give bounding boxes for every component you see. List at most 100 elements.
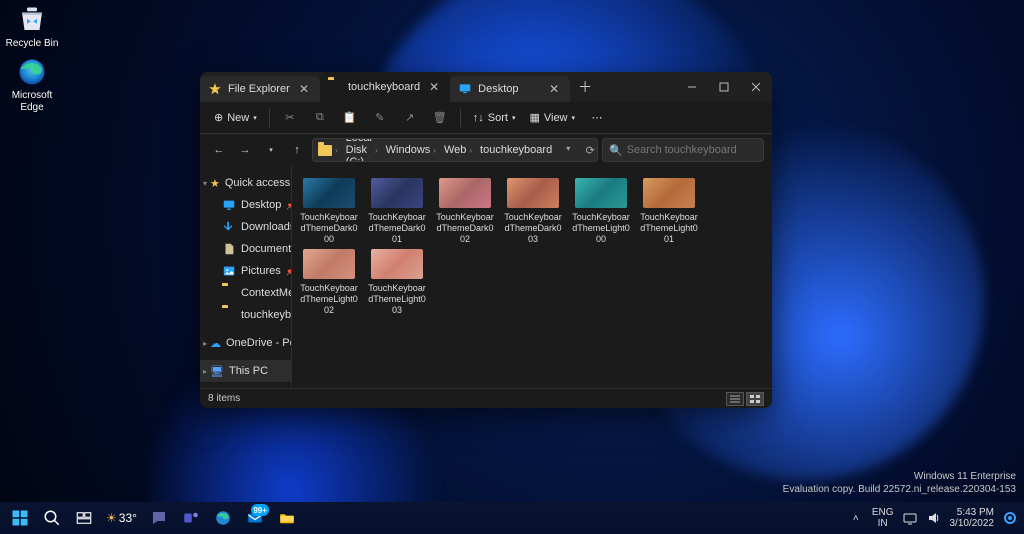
status-bar: 8 items — [200, 388, 772, 408]
notifications-button[interactable] — [1002, 510, 1018, 526]
desktop-icon-label: Recycle Bin — [6, 38, 59, 50]
search-input[interactable] — [627, 144, 757, 156]
file-item[interactable]: TouchKeyboardThemeDark001 — [366, 178, 428, 245]
chevron-right-icon[interactable]: ▸ — [200, 339, 210, 348]
view-details-button[interactable] — [726, 392, 744, 406]
back-button[interactable]: ← — [208, 139, 230, 161]
tab-label: Desktop — [478, 83, 540, 95]
star-icon: ★ — [210, 177, 220, 190]
star-icon — [208, 82, 222, 96]
network-icon[interactable] — [902, 510, 918, 526]
new-button[interactable]: ⊕ New ▾ — [208, 106, 263, 130]
task-view-button[interactable] — [70, 504, 98, 532]
view-button[interactable]: ▦ View ▾ — [523, 106, 581, 130]
status-item-count: 8 items — [208, 393, 240, 404]
chevron-down-icon[interactable]: ▾ — [200, 179, 210, 188]
tab-desktop[interactable]: Desktop ✕ — [450, 76, 570, 102]
sun-icon: ☀ — [106, 511, 117, 525]
tab-close-icon[interactable]: ✕ — [546, 82, 562, 96]
start-button[interactable] — [6, 504, 34, 532]
sort-button[interactable]: ↑↓ Sort ▾ — [467, 106, 522, 130]
close-button[interactable] — [740, 72, 772, 102]
desktop-icon-recycle-bin[interactable]: Recycle Bin — [4, 4, 60, 50]
file-item[interactable]: TouchKeyboardThemeDark003 — [502, 178, 564, 245]
rename-button[interactable]: ✎ — [366, 106, 394, 130]
share-button[interactable]: ↗ — [396, 106, 424, 130]
content-pane[interactable]: TouchKeyboardThemeDark000TouchKeyboardTh… — [292, 166, 772, 388]
teams-button[interactable] — [177, 504, 205, 532]
forward-button[interactable]: → — [234, 139, 256, 161]
tab-touchkeyboard[interactable]: touchkeyboard ✕ — [320, 72, 450, 102]
paste-button[interactable]: 📋 — [336, 106, 364, 130]
search-button[interactable] — [38, 504, 66, 532]
downloads-icon — [222, 220, 236, 234]
nav-item-downloads[interactable]: Downloads📌 — [200, 216, 291, 238]
tab-close-icon[interactable]: ✕ — [296, 82, 312, 96]
explorer-taskbar-button[interactable] — [273, 504, 301, 532]
tab-file-explorer[interactable]: File Explorer ✕ — [200, 76, 320, 102]
nav-quick-access[interactable]: ▾ ★ Quick access — [200, 172, 291, 194]
refresh-button[interactable]: ⟳ — [579, 144, 598, 157]
mail-button[interactable]: 99+ — [241, 504, 269, 532]
more-button[interactable]: ⋯ — [583, 106, 611, 130]
cut-button[interactable]: ✂ — [276, 106, 304, 130]
up-button[interactable]: ↑ — [286, 139, 308, 161]
nav-row: ← → ▾ ↑ › Local Disk (C:)› Windows› Web›… — [200, 134, 772, 166]
volume-icon[interactable] — [926, 510, 942, 526]
view-icon: ▦ — [529, 111, 539, 124]
edge-taskbar-button[interactable] — [209, 504, 237, 532]
nav-item-pictures[interactable]: Pictures📌 — [200, 260, 291, 282]
thumbnail — [371, 178, 423, 208]
new-tab-button[interactable]: ＋ — [570, 72, 600, 102]
nav-this-pc[interactable]: ▸ 🖥 This PC — [200, 360, 291, 382]
titlebar[interactable]: File Explorer ✕ touchkeyboard ✕ Desktop … — [200, 72, 772, 102]
file-item[interactable]: TouchKeyboardThemeDark002 — [434, 178, 496, 245]
clock[interactable]: 5:43 PM 3/10/2022 — [950, 507, 995, 529]
thumbnail — [575, 178, 627, 208]
new-icon: ⊕ — [214, 111, 223, 124]
tab-close-icon[interactable]: ✕ — [426, 80, 442, 94]
desktop-icon-label: Microsoft Edge — [4, 90, 60, 114]
file-label: TouchKeyboardThemeDark000 — [298, 212, 360, 245]
chevron-down-icon: ▾ — [512, 114, 516, 122]
recent-button[interactable]: ▾ — [260, 139, 282, 161]
chat-button[interactable] — [145, 504, 173, 532]
chevron-down-icon: ▾ — [572, 114, 576, 122]
maximize-button[interactable] — [708, 72, 740, 102]
file-label: TouchKeyboardThemeLight003 — [366, 283, 428, 316]
file-item[interactable]: TouchKeyboardThemeDark000 — [298, 178, 360, 245]
file-item[interactable]: TouchKeyboardThemeLight001 — [638, 178, 700, 245]
chevron-down-icon[interactable]: ▾ — [557, 144, 579, 157]
taskbar: ☀ 33° 99+ ˄ ENG IN 5: — [0, 502, 1024, 534]
nav-item-desktop[interactable]: Desktop📌 — [200, 194, 291, 216]
address-bar[interactable]: › Local Disk (C:)› Windows› Web› touchke… — [312, 138, 598, 162]
breadcrumb[interactable]: Web› — [441, 144, 475, 156]
nav-onedrive[interactable]: ▸ ☁ OneDrive - Perso — [200, 332, 291, 354]
tab-strip: File Explorer ✕ touchkeyboard ✕ Desktop … — [200, 72, 676, 102]
view-thumbnails-button[interactable] — [746, 392, 764, 406]
edge-icon — [16, 56, 48, 88]
delete-button[interactable]: 🗑 — [426, 106, 454, 130]
mail-badge: 99+ — [251, 504, 269, 516]
nav-item-documents[interactable]: Documents📌 — [200, 238, 291, 260]
nav-item-contextmenuc[interactable]: ContextMenuC — [200, 282, 291, 304]
search-box[interactable]: 🔍 — [602, 138, 764, 162]
breadcrumb[interactable]: Local Disk (C:)› — [343, 138, 381, 162]
breadcrumb[interactable]: Windows› — [383, 144, 439, 156]
minimize-button[interactable] — [676, 72, 708, 102]
weather-widget[interactable]: ☀ 33° — [102, 511, 141, 525]
breadcrumb[interactable]: touchkeyboard — [477, 144, 555, 156]
copy-button[interactable]: ⧉ — [306, 106, 334, 130]
file-explorer-window: File Explorer ✕ touchkeyboard ✕ Desktop … — [200, 72, 772, 408]
chevron-up-icon[interactable]: ˄ — [848, 510, 864, 526]
desktop-icon-edge[interactable]: Microsoft Edge — [4, 56, 60, 114]
file-item[interactable]: TouchKeyboardThemeLight002 — [298, 249, 360, 316]
language-indicator[interactable]: ENG IN — [872, 507, 894, 529]
folder-icon — [318, 145, 332, 156]
pc-icon: 🖥 — [210, 365, 224, 378]
nav-item-touchkeyboard[interactable]: touchkeyboard — [200, 304, 291, 326]
file-item[interactable]: TouchKeyboardThemeLight000 — [570, 178, 632, 245]
chevron-right-icon[interactable]: ▸ — [200, 367, 210, 376]
tab-label: File Explorer — [228, 83, 290, 95]
file-item[interactable]: TouchKeyboardThemeLight003 — [366, 249, 428, 316]
